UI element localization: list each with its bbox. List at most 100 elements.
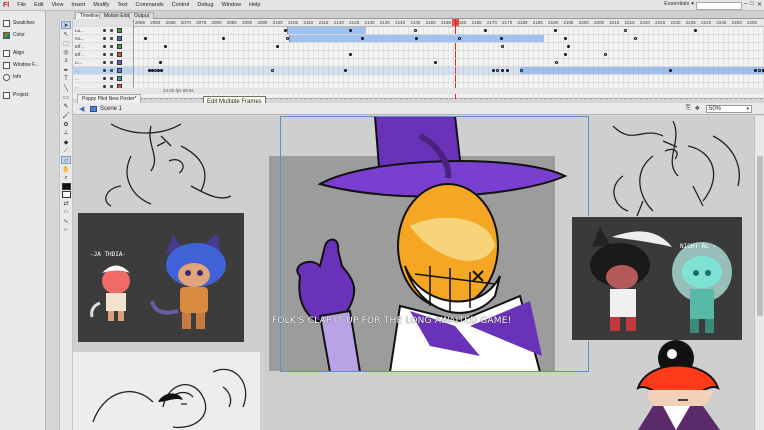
keyframe[interactable] bbox=[564, 37, 567, 40]
panel-window[interactable]: Window F... bbox=[0, 59, 45, 71]
minimize-button[interactable]: – bbox=[744, 1, 747, 8]
layer-outline-color-icon[interactable] bbox=[117, 44, 122, 49]
keyframe[interactable] bbox=[555, 61, 558, 64]
layer-visibility-icon[interactable] bbox=[103, 29, 106, 32]
deco-tool-icon[interactable]: ✿ bbox=[61, 120, 71, 128]
pen-tool-icon[interactable]: ✒ bbox=[61, 66, 71, 74]
close-button[interactable]: ✕ bbox=[757, 1, 762, 8]
scene-name[interactable]: Scene 1 bbox=[100, 106, 122, 112]
frame-grid[interactable]: 2055 2060 2065 2070 2075 2080 2085 2090 2095 2100… bbox=[134, 19, 764, 99]
layer-visibility-icon[interactable] bbox=[103, 61, 106, 64]
keyframe[interactable] bbox=[484, 29, 487, 32]
keyframe[interactable] bbox=[434, 61, 437, 64]
layer-lock-icon[interactable] bbox=[110, 37, 113, 40]
keyframe[interactable] bbox=[349, 53, 352, 56]
tween-span[interactable] bbox=[287, 27, 366, 34]
line-tool-icon[interactable]: ╲ bbox=[61, 84, 71, 92]
layer-outline-color-icon[interactable] bbox=[117, 28, 122, 33]
keyframe[interactable] bbox=[669, 69, 672, 72]
menu-insert[interactable]: Insert bbox=[67, 2, 89, 8]
layer-lock-icon[interactable] bbox=[110, 77, 113, 80]
panel-project[interactable]: Project bbox=[0, 89, 45, 101]
stage-pasteboard[interactable]: -JA THDIA- FOLK'S CLAP IT UP FOR THE LON… bbox=[73, 116, 754, 430]
layer-outline-color-icon[interactable] bbox=[117, 76, 122, 81]
layer-row[interactable]: ... bbox=[73, 67, 133, 75]
brush-tool-icon[interactable]: 🖌 bbox=[61, 111, 71, 119]
menu-help[interactable]: Help bbox=[245, 2, 264, 8]
snap-magnet-icon[interactable]: ∩ bbox=[61, 208, 71, 216]
layer-outline-color-icon[interactable] bbox=[117, 52, 122, 57]
keyframe[interactable] bbox=[754, 69, 757, 72]
keyframe[interactable] bbox=[144, 37, 147, 40]
lasso-tool-icon[interactable]: ↄ bbox=[61, 57, 71, 65]
menu-commands[interactable]: Commands bbox=[131, 2, 167, 8]
layer-visibility-icon[interactable] bbox=[103, 37, 106, 40]
paint-bucket-tool-icon[interactable]: ◆ bbox=[61, 138, 71, 146]
subselection-tool-icon[interactable]: ↖ bbox=[61, 30, 71, 38]
layer-row[interactable]: Li... bbox=[73, 59, 133, 67]
hand-tool-icon[interactable]: ✋ bbox=[61, 165, 71, 173]
keyframe[interactable] bbox=[415, 37, 418, 40]
frame-row[interactable] bbox=[134, 27, 764, 35]
edit-scene-icon[interactable]: ⎘ bbox=[686, 105, 691, 112]
layer-lock-icon[interactable] bbox=[110, 29, 113, 32]
zoom-select[interactable]: 50% bbox=[706, 105, 752, 113]
keyframe[interactable] bbox=[567, 45, 570, 48]
keyframe[interactable] bbox=[501, 45, 504, 48]
document-tab[interactable]: Poppy Pilot New Poster* bbox=[77, 94, 142, 103]
layer-row[interactable]: Eff... bbox=[73, 43, 133, 51]
3d-rotation-tool-icon[interactable]: ◎ bbox=[61, 48, 71, 56]
keyframe[interactable] bbox=[286, 37, 289, 40]
panel-swatches[interactable]: Swatches bbox=[0, 17, 45, 29]
layer-row[interactable]: Ka... bbox=[73, 35, 133, 43]
zoom-tool-icon[interactable]: ⌕ bbox=[61, 174, 71, 182]
free-transform-tool-icon[interactable]: ⬚ bbox=[61, 39, 71, 47]
keyframe[interactable] bbox=[496, 69, 499, 72]
stroke-color-swatch[interactable] bbox=[61, 183, 71, 190]
eyedropper-tool-icon[interactable]: ⟋ bbox=[61, 147, 71, 155]
scrollbar-thumb[interactable] bbox=[757, 156, 763, 316]
layer-row[interactable]: Eff... bbox=[73, 51, 133, 59]
selection-tool-icon[interactable]: ➤ bbox=[61, 21, 71, 29]
keyframe[interactable] bbox=[271, 69, 274, 72]
keyframe[interactable] bbox=[361, 37, 364, 40]
menu-text[interactable]: Text bbox=[113, 2, 131, 8]
eraser-tool-icon[interactable]: ▱ bbox=[61, 156, 71, 164]
frame-row[interactable] bbox=[134, 59, 764, 67]
frame-row[interactable] bbox=[134, 43, 764, 51]
keyframe[interactable] bbox=[500, 37, 503, 40]
smooth-icon[interactable]: ∿ bbox=[61, 217, 71, 225]
help-search-input[interactable] bbox=[696, 1, 742, 10]
keyframe[interactable] bbox=[694, 29, 697, 32]
keyframe[interactable] bbox=[604, 53, 607, 56]
back-arrow-icon[interactable]: ◀ bbox=[79, 105, 87, 113]
keyframe[interactable] bbox=[414, 29, 417, 32]
stage-subtitle-text[interactable]: FOLK'S CLAP IT UP FOR THE LONG AWAITED G… bbox=[272, 316, 562, 326]
keyframe[interactable] bbox=[344, 69, 347, 72]
keyframe[interactable] bbox=[349, 29, 352, 32]
fill-color-swatch[interactable] bbox=[61, 191, 71, 198]
keyframe[interactable] bbox=[458, 37, 461, 40]
keyframe[interactable] bbox=[624, 29, 627, 32]
menu-edit[interactable]: Edit bbox=[30, 2, 47, 8]
layer-visibility-icon[interactable] bbox=[103, 69, 106, 72]
keyframe[interactable] bbox=[758, 69, 761, 72]
layer-lock-icon[interactable] bbox=[110, 61, 113, 64]
menu-control[interactable]: Control bbox=[168, 2, 194, 8]
keyframe[interactable] bbox=[634, 37, 637, 40]
keyframe[interactable] bbox=[164, 45, 167, 48]
frame-ruler[interactable]: 2055 2060 2065 2070 2075 2080 2085 2090 2095 2100… bbox=[134, 19, 764, 27]
menu-debug[interactable]: Debug bbox=[193, 2, 217, 8]
keyframe[interactable] bbox=[159, 61, 162, 64]
panel-color[interactable]: Color bbox=[0, 29, 45, 41]
layer-lock-icon[interactable] bbox=[110, 69, 113, 72]
layer-visibility-icon[interactable] bbox=[103, 45, 106, 48]
frame-row[interactable] bbox=[134, 75, 764, 83]
pencil-tool-icon[interactable]: ✎ bbox=[61, 102, 71, 110]
layer-visibility-icon[interactable] bbox=[103, 77, 106, 80]
layer-row[interactable]: La... bbox=[73, 27, 133, 35]
bone-tool-icon[interactable]: ⟂ bbox=[61, 129, 71, 137]
keyframe[interactable] bbox=[506, 69, 509, 72]
panel-info[interactable]: Info bbox=[0, 71, 45, 83]
keyframe[interactable] bbox=[160, 69, 163, 72]
